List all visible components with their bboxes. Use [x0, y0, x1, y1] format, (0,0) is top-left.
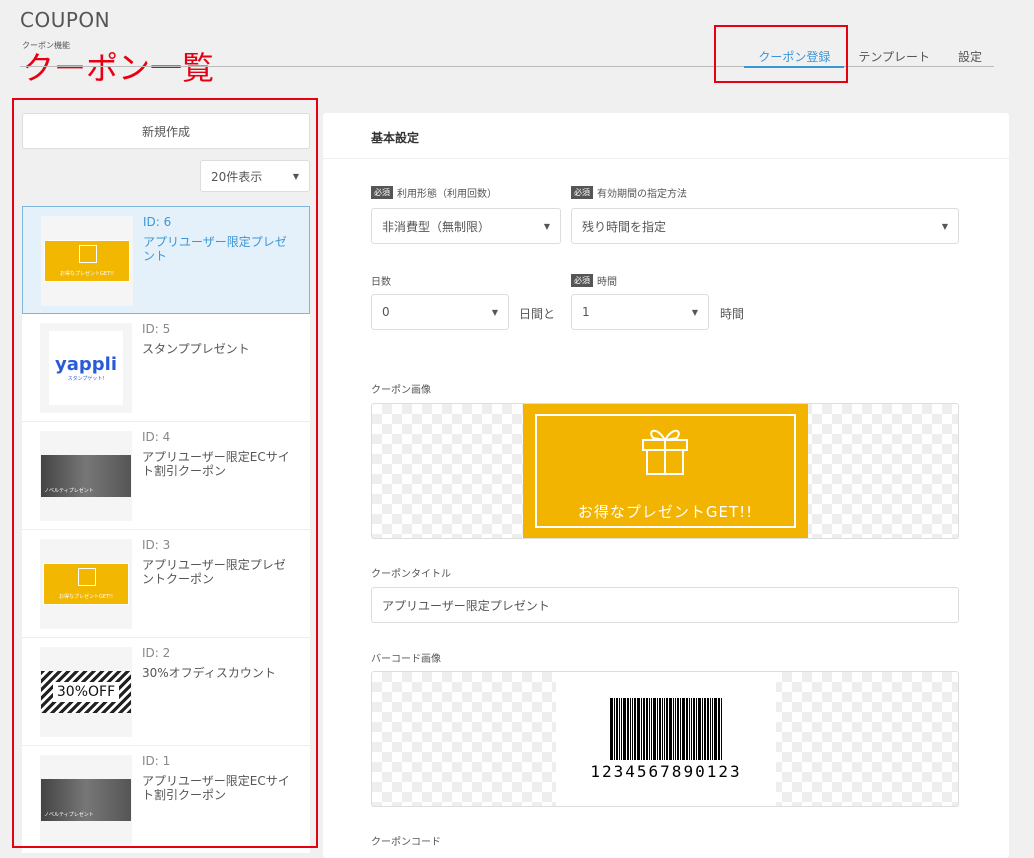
barcode-bar	[661, 697, 663, 760]
hours-unit: 時間	[720, 307, 745, 321]
required-badge: 必須	[571, 274, 593, 287]
barcode-bar	[713, 697, 717, 760]
barcode-bar	[703, 697, 706, 760]
coupon-banner-image: お得なプレゼントGET!!	[523, 404, 808, 538]
annotation-box-tabs	[714, 25, 848, 83]
barcode-bar	[652, 697, 656, 760]
barcode-bar	[640, 697, 642, 760]
barcode-dropzone[interactable]: 1234567890123	[371, 671, 959, 807]
tab-settings[interactable]: 設定	[944, 44, 996, 68]
barcode-bar	[672, 697, 674, 760]
days-label: 日数	[371, 277, 391, 288]
barcode-bar	[674, 697, 676, 760]
barcode-bar	[615, 697, 618, 760]
barcode-bar	[690, 697, 692, 760]
barcode-bar	[622, 697, 626, 760]
chevron-down-icon: ▼	[941, 221, 948, 231]
barcode-bar	[636, 697, 640, 760]
barcode-bar	[645, 697, 648, 760]
coupon-title-input[interactable]: アプリユーザー限定プレゼント	[371, 587, 959, 623]
barcode-bar	[679, 697, 681, 760]
barcode-bar	[620, 697, 622, 760]
days-unit: 日間と	[519, 307, 556, 321]
tab-template[interactable]: テンプレート	[844, 44, 944, 68]
validity-label: 必須 有効期間の指定方法	[571, 185, 687, 200]
validity-select[interactable]: 残り時間を指定 ▼	[571, 208, 959, 244]
barcode-bar	[656, 697, 658, 760]
barcode-bar	[688, 697, 690, 760]
days-select[interactable]: 0 ▼	[371, 294, 509, 330]
barcode-bar	[709, 697, 711, 760]
barcode-bar	[663, 697, 665, 760]
required-badge: 必須	[571, 186, 593, 199]
barcode-bar	[618, 697, 620, 760]
barcode-bar	[697, 697, 701, 760]
barcode-bar	[692, 697, 695, 760]
barcode-number: 1234567890123	[590, 761, 742, 781]
app-title: COUPON	[20, 8, 111, 32]
barcode-bar	[720, 697, 722, 760]
barcode-bars	[609, 697, 723, 760]
barcode-bar	[642, 697, 645, 760]
section-title: 基本設定	[371, 131, 420, 145]
barcode-bar	[665, 697, 668, 760]
barcode-bar	[711, 697, 713, 760]
coupon-image-label: クーポン画像	[371, 385, 431, 396]
barcode-bar	[629, 697, 631, 760]
barcode-bar	[717, 697, 720, 760]
required-badge: 必須	[371, 186, 393, 199]
barcode-bar	[668, 697, 672, 760]
hours-select[interactable]: 1 ▼	[571, 294, 709, 330]
barcode-bar	[648, 697, 650, 760]
chevron-down-icon: ▼	[491, 307, 498, 317]
barcode-bar	[631, 697, 633, 760]
barcode-bar	[695, 697, 697, 760]
coupon-image-dropzone[interactable]: お得なプレゼントGET!!	[371, 403, 959, 539]
gift-icon	[642, 429, 688, 475]
barcode-bar	[613, 697, 615, 760]
chevron-down-icon: ▼	[543, 221, 550, 231]
coupon-code-label: クーポンコード	[371, 837, 441, 848]
section-divider	[323, 158, 1009, 159]
usage-label: 必須 利用形態（利用回数）	[371, 185, 497, 200]
barcode-image: 1234567890123	[556, 672, 776, 806]
barcode-bar	[701, 697, 703, 760]
barcode-bar	[650, 697, 652, 760]
barcode-bar	[658, 697, 661, 760]
settings-panel: 基本設定 必須 利用形態（利用回数） 非消費型（無制限） ▼ 必須 有効期間の指…	[323, 113, 1009, 858]
barcode-bar	[626, 697, 629, 760]
barcode-bar	[633, 697, 636, 760]
hours-label: 必須 時間	[571, 273, 617, 288]
annotation-box-sidebar	[12, 98, 318, 848]
chevron-down-icon: ▼	[691, 307, 698, 317]
usage-select[interactable]: 非消費型（無制限） ▼	[371, 208, 561, 244]
barcode-bar	[681, 697, 685, 760]
barcode-bar	[609, 697, 613, 760]
page-title: クーポン一覧	[22, 49, 215, 87]
barcode-bar	[685, 697, 688, 760]
banner-text: お得なプレゼントGET!!	[577, 503, 754, 521]
barcode-bar	[676, 697, 679, 760]
barcode-label: バーコード画像	[371, 654, 441, 665]
barcode-bar	[706, 697, 709, 760]
coupon-title-label: クーポンタイトル	[371, 569, 451, 580]
